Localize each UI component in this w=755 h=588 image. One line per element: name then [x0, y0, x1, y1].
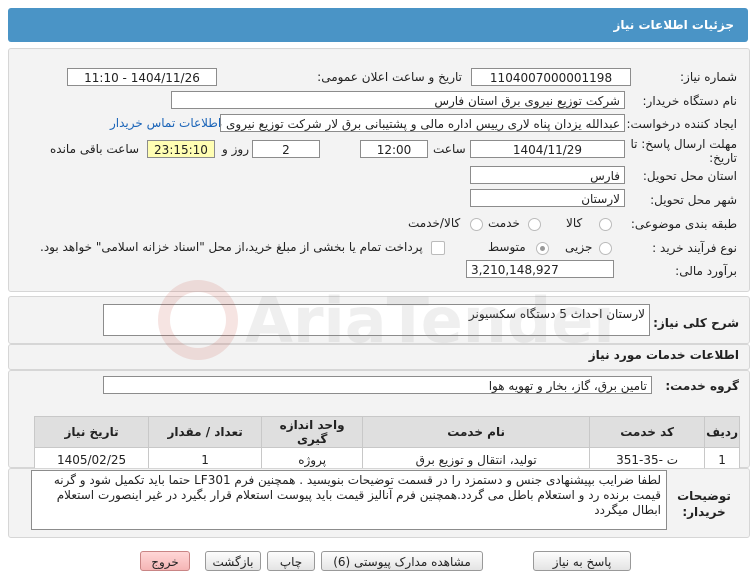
col-unit: واحد اندازه گیری — [261, 416, 364, 448]
buyer-notes-label: توضیحات خریدار: — [677, 489, 731, 519]
attachments-button[interactable]: مشاهده مدارک پیوستی (6) — [321, 551, 483, 571]
col-date: تاریخ نیاز — [33, 416, 150, 448]
creator-label: ایجاد کننده درخواست: — [626, 117, 737, 131]
process-label: نوع فرآیند خرید : — [652, 241, 737, 255]
deadline-time-field[interactable]: 12:00 — [360, 140, 428, 158]
category-radio-goods[interactable] — [599, 218, 612, 231]
page-title: جزئیات اطلاعات نیاز — [613, 18, 734, 32]
deadline-date-field[interactable]: 1404/11/29 — [470, 140, 625, 158]
city-field[interactable]: لارستان — [470, 189, 625, 207]
buyer-notes-textarea[interactable]: لطفا ضرایب بپیشنهادی جنس و دستمزد را در … — [31, 470, 667, 530]
announce-label: تاریخ و ساعت اعلان عمومی: — [317, 70, 462, 84]
service-group-field[interactable]: تامین برق، گاز، بخار و تهویه هوا — [103, 376, 652, 394]
remaining-time-label: ساعت باقی مانده — [50, 142, 140, 156]
creator-field[interactable]: عبدالله یزدان پناه لاری رییس اداره مالی … — [220, 114, 625, 132]
back-button[interactable]: بازگشت — [205, 551, 261, 571]
province-field[interactable]: فارس — [470, 166, 625, 184]
process-radio-minor[interactable] — [599, 242, 612, 255]
summary-label: شرح کلی نیاز: — [653, 316, 739, 330]
print-button[interactable]: چاپ — [267, 551, 315, 571]
reply-button[interactable]: پاسخ به نیاز — [533, 551, 631, 571]
process-option-minor: جزیی — [565, 240, 593, 254]
need-number-label: شماره نیاز: — [680, 70, 737, 84]
province-label: استان محل تحویل: — [642, 169, 737, 183]
category-option-service: خدمت — [488, 216, 520, 230]
remaining-time-field[interactable]: 23:15:10 — [147, 140, 215, 158]
city-label: شهر محل تحویل: — [650, 193, 737, 207]
deadline-time-label: ساعت — [433, 142, 466, 156]
page-header: جزئیات اطلاعات نیاز — [8, 8, 748, 42]
estimate-label: برآورد مالی: — [675, 264, 737, 278]
col-code: کد خدمت — [589, 416, 706, 448]
col-qty: تعداد / مقدار — [148, 416, 263, 448]
category-radio-service[interactable] — [528, 218, 541, 231]
days-remaining-field[interactable]: 2 — [252, 140, 320, 158]
service-group-label: گروه خدمت: — [665, 379, 739, 393]
services-table-header: ردیف کد خدمت نام خدمت واحد اندازه گیری ت… — [33, 416, 740, 448]
process-option-medium: متوسط — [488, 240, 526, 254]
buyer-org-label: نام دستگاه خریدار: — [642, 94, 738, 108]
need-number-field[interactable]: 1104007000001198 — [471, 68, 631, 86]
process-radio-medium[interactable] — [536, 242, 549, 255]
estimate-field[interactable]: 3,210,148,927 — [466, 260, 614, 278]
treasury-payment-checkbox[interactable] — [431, 241, 445, 255]
announce-datetime-field[interactable]: 1404/11/26 - 11:10 — [67, 68, 217, 86]
treasury-payment-note: پرداخت تمام یا بخشی از مبلغ خرید،از محل … — [40, 240, 423, 254]
category-radio-goods-service[interactable] — [470, 218, 483, 231]
services-table: ردیف کد خدمت نام خدمت واحد اندازه گیری ت… — [33, 416, 740, 473]
exit-button[interactable]: خروج — [140, 551, 190, 571]
category-option-goods-service: کالا/خدمت — [408, 216, 461, 230]
deadline-label: مهلت ارسال پاسخ: تا تاریخ: — [630, 137, 737, 165]
buyer-org-field[interactable]: شرکت توزیع نیروی برق استان فارس — [171, 91, 625, 109]
services-section-title: اطلاعات خدمات مورد نیاز — [588, 348, 739, 362]
summary-textarea[interactable]: لارستان احداث 5 دستگاه سکسیونر — [103, 304, 650, 336]
category-label: طبقه بندی موضوعی: — [630, 217, 737, 231]
col-name: نام خدمت — [362, 416, 591, 448]
buyer-contact-link[interactable]: اطلاعات تماس خریدار — [110, 116, 221, 130]
category-option-goods: کالا — [566, 216, 583, 230]
days-label: روز و — [222, 142, 249, 156]
col-row: ردیف — [704, 416, 740, 448]
